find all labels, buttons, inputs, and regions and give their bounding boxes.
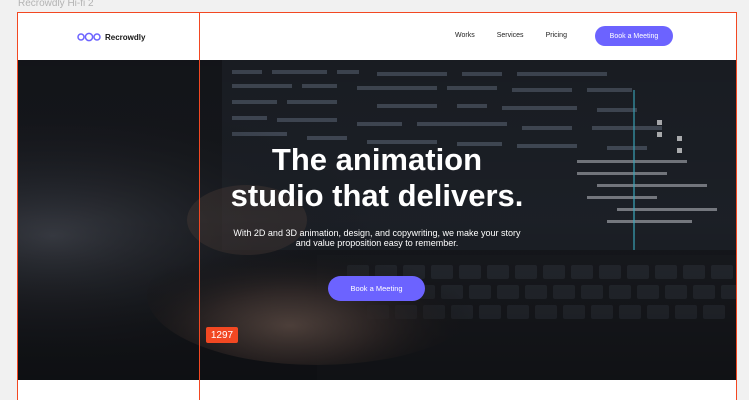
- hero-title-line-1: The animation: [271, 142, 483, 177]
- brand-name: Recrowdly: [105, 32, 146, 42]
- hero-background-image: [17, 60, 736, 380]
- frame-label[interactable]: Recrowdly Hi-fi 2: [18, 0, 94, 9]
- nav-links: Works Services Pricing: [455, 29, 589, 43]
- hero-subtitle-line-2: and value proposition easy to remember.: [295, 238, 459, 248]
- frame-right-guide: [736, 12, 737, 400]
- logo[interactable]: Recrowdly: [77, 30, 145, 44]
- measurement-badge: 1297: [206, 327, 238, 343]
- hero-title-line-2: studio that delivers.: [230, 178, 524, 213]
- column-guide: [199, 12, 200, 400]
- frame-left-guide: [17, 12, 18, 400]
- nav-link-works[interactable]: Works: [455, 29, 475, 43]
- hero-subtitle: With 2D and 3D animation, design, and co…: [187, 228, 567, 248]
- hero-section: The animation studio that delivers. With…: [17, 60, 736, 380]
- nav-link-services[interactable]: Services: [497, 29, 524, 43]
- hero-book-meeting-button[interactable]: Book a Meeting: [328, 276, 425, 301]
- hero-title: The animation studio that delivers.: [187, 142, 567, 214]
- linked-circles-logo-icon: [77, 32, 101, 42]
- landing-page-frame: Recrowdly Works Services Pricing Book a …: [17, 12, 736, 400]
- frame-top-guide: [17, 12, 736, 13]
- nav-link-pricing[interactable]: Pricing: [546, 29, 567, 43]
- nav-book-meeting-button[interactable]: Book a Meeting: [595, 26, 673, 46]
- hero-subtitle-line-1: With 2D and 3D animation, design, and co…: [233, 228, 521, 238]
- navbar: Recrowdly Works Services Pricing Book a …: [17, 12, 736, 60]
